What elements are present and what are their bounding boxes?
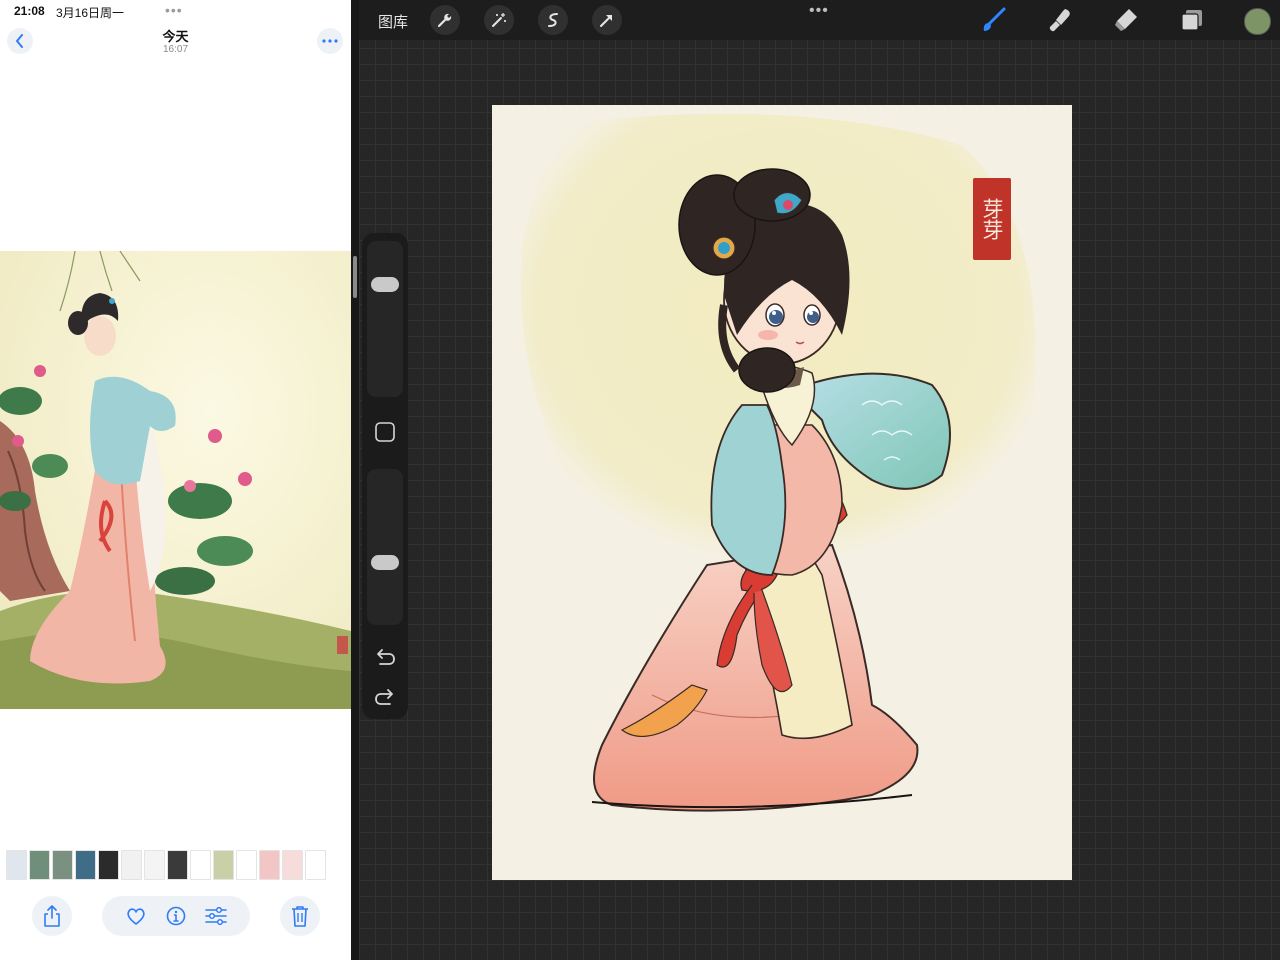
redo-icon [375,689,393,705]
delete-button[interactable] [280,896,320,936]
adjust-button[interactable] [196,896,236,936]
reference-painting-image [0,251,351,709]
redo-button[interactable] [370,681,400,711]
modify-button[interactable] [370,417,400,447]
ellipsis-icon [322,39,338,43]
split-view-handle[interactable] [353,256,357,298]
share-button[interactable] [32,896,72,936]
multitask-dots-icon[interactable]: ••• [809,2,829,20]
smudge-icon [1049,9,1070,32]
photo-thumbnail[interactable] [259,850,280,880]
opacity-slider[interactable] [367,469,403,625]
wrench-icon [437,13,452,28]
trash-icon [292,906,308,927]
photo-thumbnail[interactable] [167,850,188,880]
multitask-dots-icon[interactable]: ••• [165,2,183,18]
heart-icon [127,908,145,925]
brush-size-thumb[interactable] [371,277,399,292]
status-date: 3月16日周一 [56,6,125,20]
seal-text: 芽芽 [980,198,1004,240]
procreate-sidebar [362,233,408,719]
photo-thumbnail[interactable] [52,850,73,880]
eraser-button[interactable] [1111,5,1141,35]
drawing-canvas[interactable]: 芽芽 [492,105,1072,880]
info-icon [166,906,186,926]
adjustments-button[interactable] [484,5,514,35]
selection-button[interactable] [538,5,568,35]
procreate-toolbar: 图库 ••• [359,0,1280,40]
transform-arrow-icon [600,15,612,27]
brush-icon [983,7,1006,31]
photo-thumbnail[interactable] [6,850,27,880]
split-view-divider[interactable] [351,0,359,960]
photo-thumbnail[interactable] [29,850,50,880]
brush-size-slider[interactable] [367,241,403,397]
smudge-button[interactable] [1045,5,1075,35]
square-icon [375,422,395,442]
info-button[interactable] [156,896,196,936]
photo-thumbnail[interactable] [282,850,303,880]
photo-actions-bar [102,896,250,936]
selection-icon [548,13,558,27]
photo-thumbnail[interactable] [98,850,119,880]
photo-thumbnail[interactable] [305,850,326,880]
sliders-icon [205,907,227,925]
transform-button[interactable] [592,5,622,35]
photo-thumbnail[interactable] [190,850,211,880]
photo-date-title: 今天 [162,29,189,44]
color-picker-swatch[interactable] [1244,8,1271,35]
photo-time-subtitle: 16:07 [162,44,189,55]
layers-icon [1181,10,1202,31]
procreate-app: 图库 ••• 芽芽 [359,0,1280,960]
brush-button[interactable] [978,5,1008,35]
more-button[interactable] [317,28,343,54]
thumbnail-strip[interactable] [6,850,326,880]
photo-thumbnail[interactable] [121,850,142,880]
share-icon [44,905,60,927]
photos-app: 21:08 3月16日周一 ••• 今天 16:07 [0,0,351,960]
gallery-button[interactable]: 图库 [378,11,408,32]
photo-thumbnail[interactable] [144,850,165,880]
undo-button[interactable] [370,641,400,671]
eraser-icon [1115,9,1137,31]
magic-wand-icon [492,13,506,27]
photo-thumbnail[interactable] [75,850,96,880]
reference-photo[interactable] [0,251,351,709]
photo-thumbnail[interactable] [213,850,234,880]
artist-seal: 芽芽 [973,178,1011,260]
actions-button[interactable] [430,5,460,35]
favorite-button[interactable] [116,896,156,936]
layers-button[interactable] [1177,5,1207,35]
status-time: 21:08 [14,4,45,18]
undo-icon [377,649,395,665]
opacity-thumb[interactable] [371,555,399,570]
photo-thumbnail[interactable] [236,850,257,880]
